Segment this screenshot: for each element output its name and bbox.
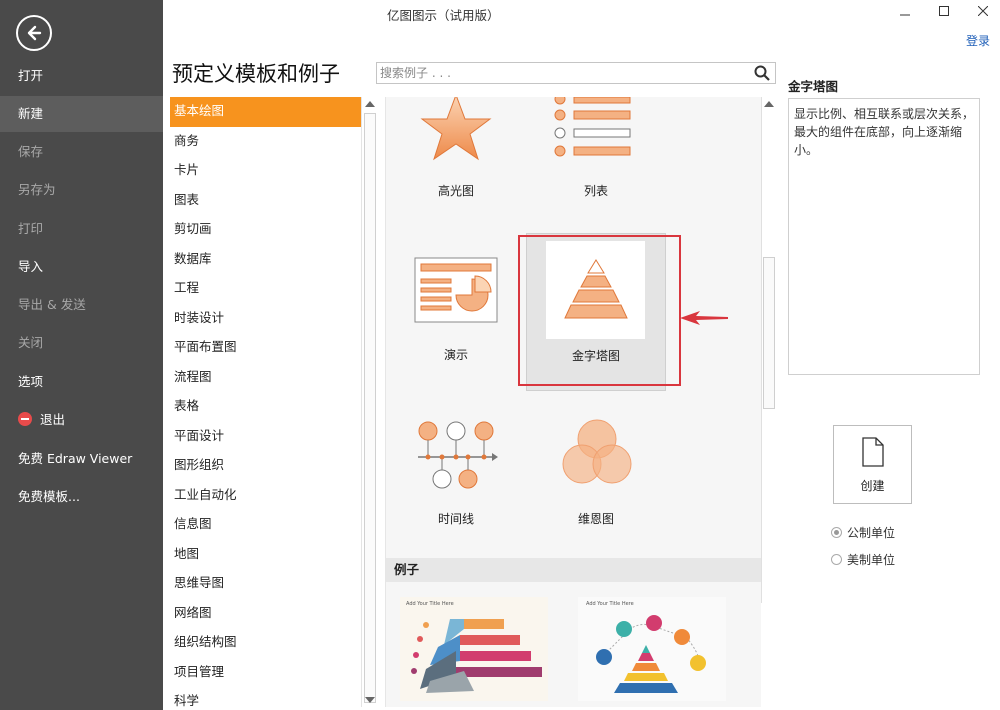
template-label: 时间线	[437, 512, 474, 526]
example-pyramid-infographic[interactable]: Add Your Title Here	[400, 597, 548, 701]
template-label: 高光图	[437, 184, 474, 198]
radio-unchecked-icon	[831, 554, 842, 565]
backstage-sidebar: 打开 新建 保存 另存为 打印 导入 导出 & 发送 关闭 选项 退出 免费 E…	[0, 0, 163, 710]
category-item[interactable]: 组织结构图	[170, 628, 361, 658]
template-description: 显示比例、相互联系或层次关系，最大的组件在底部，向上逐渐缩小。	[788, 98, 980, 375]
category-item[interactable]: 平面设计	[170, 422, 361, 452]
scroll-thumb[interactable]	[763, 257, 775, 409]
metric-units-radio[interactable]: 公制单位	[831, 524, 895, 541]
category-item[interactable]: 时装设计	[170, 304, 361, 334]
example-thumbnail	[596, 615, 706, 693]
category-item[interactable]: 信息图	[170, 510, 361, 540]
category-item[interactable]: 表格	[170, 392, 361, 422]
scroll-thumb[interactable]	[364, 113, 376, 703]
menu-exit-label: 退出	[40, 412, 66, 427]
back-arrow-icon[interactable]	[16, 15, 52, 51]
create-label: 创建	[860, 479, 885, 493]
template-label: 维恩图	[577, 512, 614, 526]
menu-print[interactable]: 打印	[0, 211, 163, 247]
timeline-icon	[418, 421, 498, 489]
red-arrow-icon	[680, 311, 728, 325]
template-title: 金字塔图	[788, 79, 839, 94]
category-item[interactable]: 平面布置图	[170, 333, 361, 363]
template-label: 演示	[443, 348, 468, 362]
example-pyramid-circles[interactable]: Add Your Title Here	[578, 597, 726, 701]
login-link[interactable]: 登录	[966, 32, 990, 49]
search-icon[interactable]	[753, 64, 771, 82]
examples-header: 例子	[386, 558, 761, 582]
radio-checked-icon	[831, 527, 842, 538]
radio-label: 公制单位	[847, 526, 896, 540]
menu-open[interactable]: 打开	[0, 58, 163, 94]
menu-new[interactable]: 新建	[0, 96, 163, 132]
category-item[interactable]: 流程图	[170, 363, 361, 393]
menu-options[interactable]: 选项	[0, 364, 163, 400]
selection-highlight	[518, 235, 681, 386]
example-caption: Add Your Title Here	[406, 601, 454, 607]
category-item[interactable]: 思维导图	[170, 569, 361, 599]
new-document-icon	[862, 437, 884, 467]
category-item[interactable]: 剪切画	[170, 215, 361, 245]
category-item[interactable]: 工程	[170, 274, 361, 304]
close-icon[interactable]	[973, 2, 993, 20]
radio-label: 美制单位	[847, 553, 896, 567]
category-item[interactable]: 卡片	[170, 156, 361, 186]
presentation-icon	[414, 257, 498, 323]
category-list: 基本绘图 商务 卡片 图表 剪切画 数据库 工程 时装设计 平面布置图 流程图 表格 平面设计 图形组织…	[170, 97, 361, 707]
category-scrollbar[interactable]	[361, 97, 377, 707]
scroll-up-icon[interactable]	[365, 101, 375, 107]
template-venn[interactable]: 维恩图	[526, 397, 666, 557]
menu-import[interactable]: 导入	[0, 249, 163, 285]
page-title: 预定义模板和例子	[172, 62, 340, 86]
scroll-down-icon[interactable]	[365, 697, 375, 703]
template-presentation[interactable]: 演示	[386, 233, 526, 393]
category-item[interactable]: 图表	[170, 186, 361, 216]
menu-free-templates[interactable]: 免费模板...	[0, 479, 163, 515]
search-input[interactable]	[377, 63, 747, 83]
category-item[interactable]: 工业自动化	[170, 481, 361, 511]
template-timeline[interactable]: 时间线	[386, 397, 526, 557]
example-thumbnail	[411, 619, 542, 693]
category-item[interactable]: 图形组织	[170, 451, 361, 481]
menu-save[interactable]: 保存	[0, 134, 163, 170]
category-item[interactable]: 数据库	[170, 245, 361, 275]
minimize-icon[interactable]	[895, 2, 915, 20]
category-item[interactable]: 基本绘图	[170, 97, 361, 127]
exit-icon	[18, 412, 32, 426]
category-item[interactable]: 网络图	[170, 599, 361, 629]
title-bar: 亿图图示（试用版）	[163, 0, 1000, 28]
star-icon	[420, 97, 492, 161]
search-box	[376, 62, 776, 84]
category-item[interactable]: 科学	[170, 687, 361, 707]
us-units-radio[interactable]: 美制单位	[831, 551, 895, 568]
maximize-icon[interactable]	[934, 2, 954, 20]
scroll-up-icon[interactable]	[764, 101, 774, 107]
menu-close[interactable]: 关闭	[0, 325, 163, 361]
template-gallery: 高光图 列表 演示 金字塔图 时间线 维恩图 例子 Add Your Title…	[385, 97, 761, 707]
menu-free-viewer[interactable]: 免费 Edraw Viewer	[0, 441, 163, 477]
window-title: 亿图图示（试用版）	[387, 8, 500, 23]
template-label: 列表	[583, 184, 608, 198]
gallery-scrollbar[interactable]	[761, 97, 776, 603]
menu-save-as[interactable]: 另存为	[0, 172, 163, 208]
category-item[interactable]: 商务	[170, 127, 361, 157]
list-icon	[554, 97, 631, 157]
venn-icon	[562, 419, 632, 484]
category-item[interactable]: 项目管理	[170, 658, 361, 688]
create-button[interactable]: 创建	[833, 425, 912, 504]
menu-exit[interactable]: 退出	[0, 402, 163, 438]
menu-export-send[interactable]: 导出 & 发送	[0, 287, 163, 323]
category-item[interactable]: 地图	[170, 540, 361, 570]
